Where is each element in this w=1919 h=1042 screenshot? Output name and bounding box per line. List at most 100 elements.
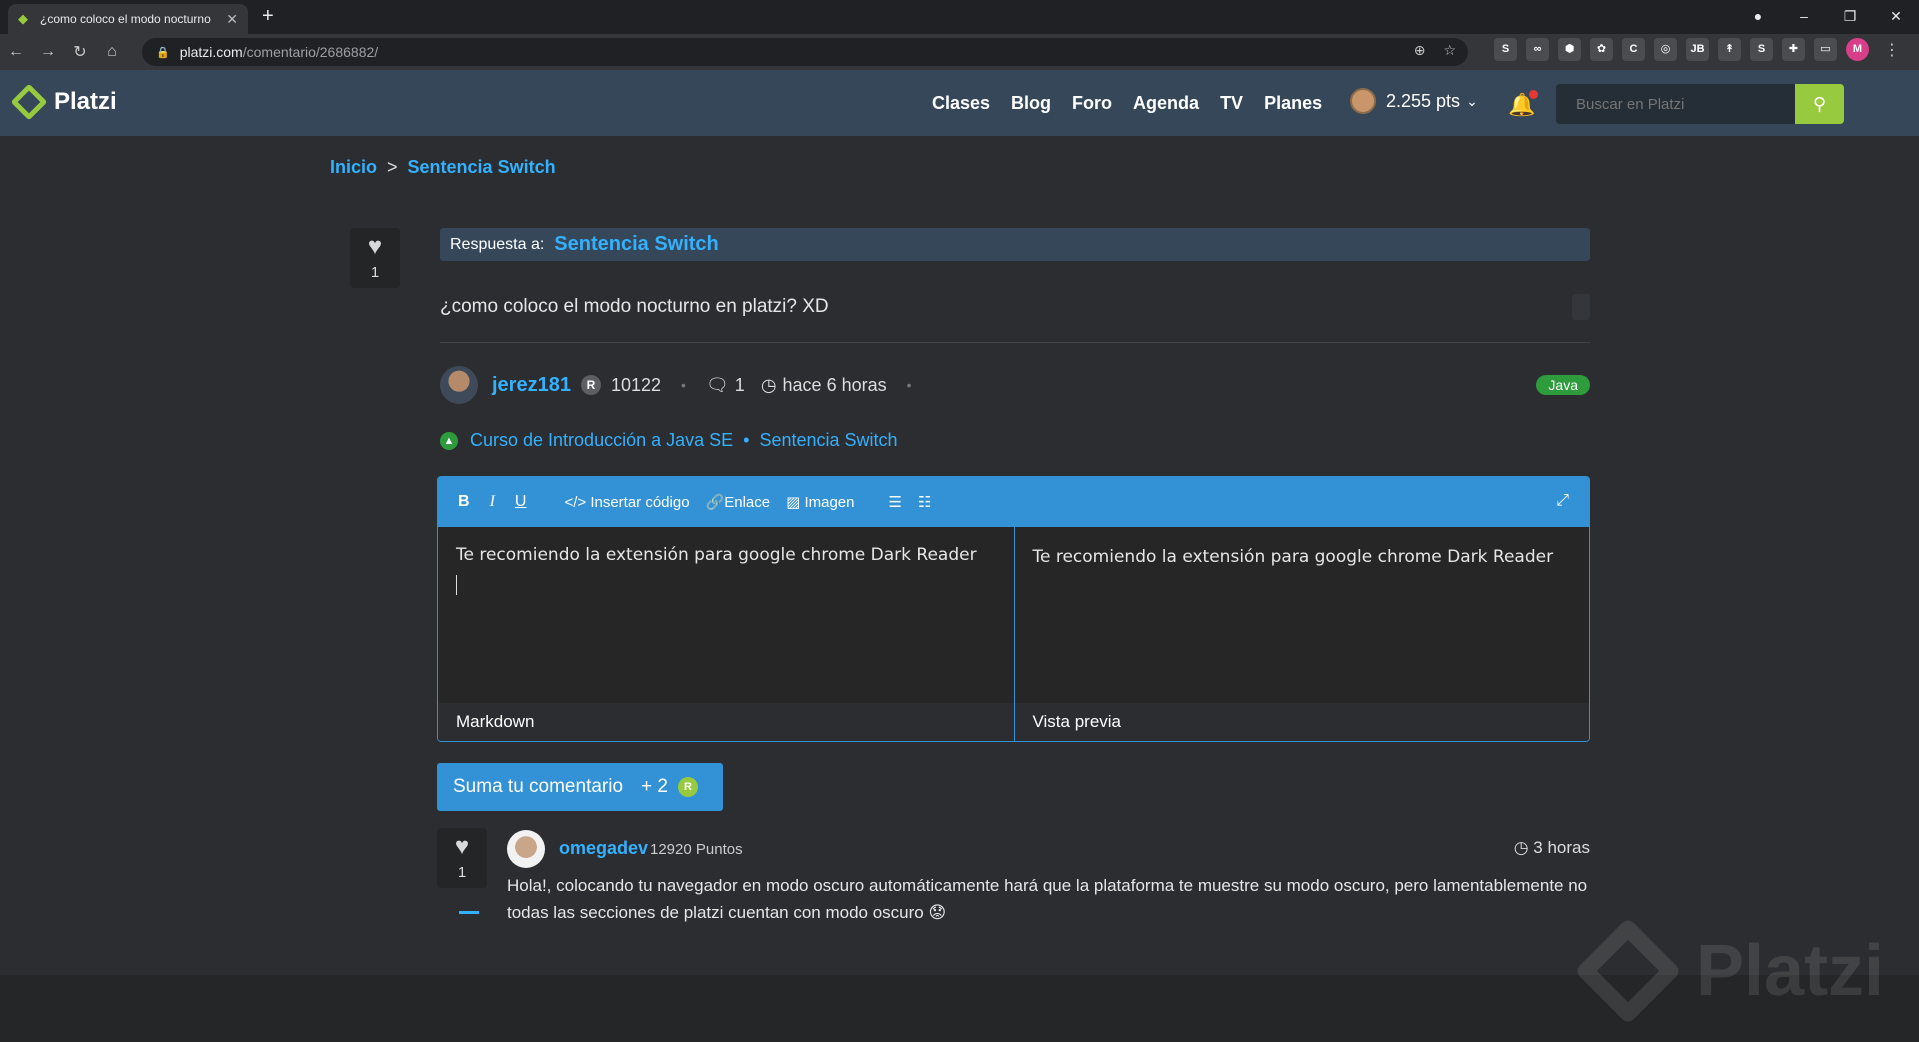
reply-author-name[interactable]: omegadev bbox=[559, 838, 648, 859]
lesson-link[interactable]: Sentencia Switch bbox=[759, 430, 897, 451]
browser-menu-icon[interactable]: ⋮ bbox=[1884, 40, 1900, 60]
logo-text: Platzi bbox=[54, 88, 117, 115]
reply-like-count: 1 bbox=[457, 864, 467, 881]
reply-author-points: 12920 Puntos bbox=[650, 841, 743, 858]
reply-like-button[interactable]: ♥ 1 bbox=[437, 828, 487, 888]
puzzle-extensions-icon[interactable]: ✚ bbox=[1782, 38, 1805, 61]
platzi-watermark-icon bbox=[1574, 917, 1682, 1025]
link-button[interactable]: 🔗Enlace bbox=[706, 493, 771, 511]
bold-button[interactable]: B bbox=[458, 493, 470, 511]
extension-icon[interactable]: ✿ bbox=[1590, 38, 1613, 61]
fullscreen-icon[interactable]: ⤢ bbox=[1556, 492, 1569, 510]
author-points: 10122 bbox=[610, 374, 662, 395]
course-tag[interactable]: Java bbox=[1536, 375, 1590, 395]
extension-icon[interactable]: S bbox=[1494, 38, 1517, 61]
rank-badge-icon: R bbox=[580, 375, 601, 395]
markdown-pane[interactable]: Te recomiendo la extensión para google c… bbox=[438, 527, 1014, 741]
bulleted-list-button[interactable]: ☰ bbox=[889, 493, 902, 511]
reply-author-avatar[interactable] bbox=[507, 830, 545, 868]
url-path: /comentario/2686882/ bbox=[242, 44, 379, 60]
question-like-count: 1 bbox=[370, 264, 380, 281]
italic-button[interactable]: I bbox=[490, 493, 495, 511]
extension-icon[interactable]: JB bbox=[1686, 38, 1709, 61]
platzi-logo-icon bbox=[10, 83, 48, 121]
breadcrumb-home[interactable]: Inicio bbox=[330, 157, 377, 177]
reload-icon[interactable]: ↻ bbox=[64, 42, 96, 62]
nav-foro[interactable]: Foro bbox=[1072, 93, 1112, 114]
course-badge-icon: ▲ bbox=[440, 431, 458, 450]
nav-tv[interactable]: TV bbox=[1220, 93, 1243, 114]
link-label: Enlace bbox=[724, 494, 771, 511]
course-separator: • bbox=[743, 430, 750, 450]
comment-count: 1 bbox=[734, 374, 745, 395]
user-avatar bbox=[1350, 88, 1376, 114]
meta-separator: • bbox=[681, 377, 686, 393]
preview-text: Te recomiendo la extensión para google c… bbox=[1032, 547, 1554, 567]
notifications-bell-icon[interactable]: 🔔 bbox=[1508, 90, 1539, 118]
extension-icon[interactable]: ∞ bbox=[1526, 38, 1549, 61]
breadcrumb: Inicio > Sentencia Switch bbox=[330, 157, 556, 178]
extension-icon[interactable]: ⬢ bbox=[1558, 38, 1581, 61]
user-menu[interactable]: 2.255 pts ⌄ bbox=[1350, 88, 1478, 114]
submit-comment-button[interactable]: Suma tu comentario + 2 R bbox=[437, 763, 723, 811]
bookmark-star-icon[interactable]: ☆ bbox=[1443, 42, 1456, 59]
watermark-text: Platzi bbox=[1696, 931, 1885, 1011]
insert-code-button[interactable]: </> Insertar código bbox=[564, 494, 689, 511]
home-icon[interactable]: ⌂ bbox=[96, 43, 128, 61]
question-like-button[interactable]: ♥ 1 bbox=[350, 228, 400, 288]
profile-avatar[interactable]: M bbox=[1846, 38, 1869, 61]
clock-icon: ◷ bbox=[1513, 838, 1534, 857]
extension-icon[interactable]: ↟ bbox=[1718, 38, 1741, 61]
underline-button[interactable]: U bbox=[515, 493, 527, 511]
forward-icon[interactable]: → bbox=[32, 43, 64, 61]
divider bbox=[440, 342, 1590, 343]
browser-tab-bar: ◆ ¿como coloco el modo nocturno ✕ + ● – … bbox=[0, 0, 1919, 34]
dark-reader-extension-icon[interactable]: ◎ bbox=[1654, 38, 1677, 61]
markdown-label[interactable]: Markdown bbox=[438, 703, 1014, 741]
extensions-bar: S ∞ ⬢ ✿ C ◎ JB ↟ S ✚ ▭ M ⋮ bbox=[1494, 38, 1900, 61]
meta-separator: • bbox=[906, 377, 912, 393]
preview-label[interactable]: Vista previa bbox=[1014, 703, 1589, 741]
numbered-list-button[interactable]: ☷ bbox=[918, 493, 931, 511]
close-tab-icon[interactable]: ✕ bbox=[226, 11, 238, 28]
course-link[interactable]: Curso de Introducción a Java SE bbox=[470, 430, 733, 451]
address-bar[interactable]: 🔒 platzi.com/comentario/2686882/ ⊕ ☆ bbox=[142, 38, 1468, 66]
lock-icon: 🔒 bbox=[156, 46, 170, 59]
extension-icon[interactable]: C bbox=[1622, 38, 1645, 61]
platzi-favicon-icon: ◆ bbox=[18, 11, 28, 26]
question-time: hace 6 horas bbox=[782, 374, 887, 395]
nav-agenda[interactable]: Agenda bbox=[1133, 93, 1199, 114]
profile-menu-icon[interactable]: ● bbox=[1735, 0, 1781, 34]
markdown-input[interactable]: Te recomiendo la extensión para google c… bbox=[456, 545, 977, 565]
main-nav: Clases Blog Foro Agenda TV Planes bbox=[932, 70, 1322, 136]
preview-pane: Te recomiendo la extensión para google c… bbox=[1013, 527, 1589, 741]
nav-planes[interactable]: Planes bbox=[1264, 93, 1322, 114]
author-name[interactable]: jerez181 bbox=[492, 374, 571, 397]
zoom-icon[interactable]: ⊕ bbox=[1414, 42, 1426, 59]
options-handle[interactable] bbox=[1572, 294, 1590, 320]
search-input[interactable] bbox=[1556, 84, 1795, 124]
back-icon[interactable]: ← bbox=[0, 43, 32, 61]
reply-to-link[interactable]: Sentencia Switch bbox=[554, 233, 719, 256]
browser-tab[interactable]: ◆ ¿como coloco el modo nocturno ✕ bbox=[8, 4, 248, 34]
platzi-logo[interactable]: Platzi bbox=[10, 83, 117, 121]
nav-clases[interactable]: Clases bbox=[932, 93, 990, 114]
reply-text: Hola!, colocando tu navegador en modo os… bbox=[507, 876, 1588, 922]
nav-blog[interactable]: Blog bbox=[1011, 93, 1051, 114]
search-button[interactable]: ⚲ bbox=[1795, 84, 1844, 124]
heart-icon: ♥ bbox=[454, 833, 470, 860]
reply-to-bar: Respuesta a: Sentencia Switch bbox=[440, 228, 1590, 261]
close-window-icon[interactable]: ✕ bbox=[1873, 0, 1919, 34]
image-label: Imagen bbox=[804, 494, 855, 511]
breadcrumb-current[interactable]: Sentencia Switch bbox=[408, 157, 556, 177]
author-avatar[interactable] bbox=[440, 366, 478, 404]
minimize-icon[interactable]: – bbox=[1781, 0, 1827, 34]
new-tab-button[interactable]: + bbox=[262, 5, 274, 28]
browser-toolbar: ← → ↻ ⌂ 🔒 platzi.com/comentario/2686882/… bbox=[0, 34, 1919, 70]
clock-icon: ◷ bbox=[760, 374, 777, 395]
extension-icon[interactable]: S bbox=[1750, 38, 1773, 61]
cast-icon[interactable]: ▭ bbox=[1814, 38, 1837, 61]
window-controls: ● – ❐ ✕ bbox=[1735, 0, 1919, 34]
image-button[interactable]: ▨ Imagen bbox=[786, 493, 854, 511]
restore-icon[interactable]: ❐ bbox=[1827, 0, 1873, 34]
